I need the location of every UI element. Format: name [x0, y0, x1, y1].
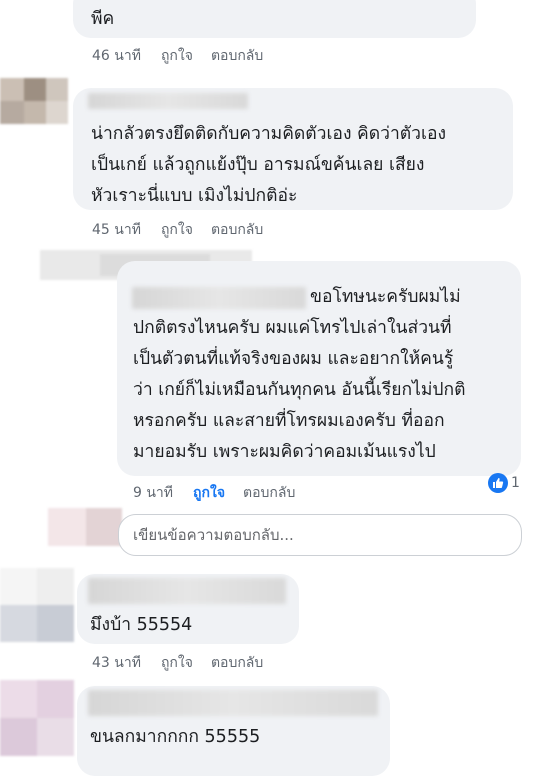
- comment-2-timestamp[interactable]: 45 นาที: [92, 219, 141, 241]
- comment-3-line-5: หรอกครับ และสายที่โทรผมเองครับ ที่ออก: [133, 411, 445, 431]
- comment-1-actions: 46 นาที ถูกใจ ตอบกลับ: [92, 45, 281, 67]
- comment-2-line-2: เป็นเกย์ แล้วถูกแย้งปุ๊บ อารมณ์ขค้นเลย เ…: [91, 155, 425, 175]
- reaction-count[interactable]: 1: [488, 473, 520, 493]
- comment-1-timestamp[interactable]: 46 นาที: [92, 45, 141, 67]
- comment-4-actions: 43 นาที ถูกใจ ตอบกลับ: [92, 652, 281, 674]
- comment-2-line-1: น่ากลัวตรงยึดติดกับความคิดตัวเอง คิดว่าต…: [91, 124, 447, 144]
- avatar[interactable]: [0, 78, 68, 124]
- comment-2-line-3: หัวเราะนี่แบบ เมิงไม่ปกติอ่ะ: [91, 186, 298, 206]
- comment-4-text: มึงบ้า 55554: [90, 615, 193, 635]
- comment-2-actions: 45 นาที ถูกใจ ตอบกลับ: [92, 219, 281, 241]
- comment-2-like-link[interactable]: ถูกใจ: [161, 219, 193, 241]
- avatar[interactable]: [0, 568, 74, 642]
- comment-3-timestamp[interactable]: 9 นาที: [133, 482, 173, 504]
- reply-input[interactable]: เขียนข้อความตอบกลับ...: [118, 514, 522, 556]
- commenter-name[interactable]: [88, 690, 378, 716]
- comment-3-line-2: ปกติตรงไหนครับ ผมแค่โทรไปเล่าในส่วนที่: [133, 318, 452, 338]
- comment-4-timestamp[interactable]: 43 นาที: [92, 652, 141, 674]
- comment-1-like-link[interactable]: ถูกใจ: [161, 45, 193, 67]
- comment-3-line-4: ว่า เกย์ก็ไม่เหมือนกันทุกคน อันนี้เรียกไ…: [133, 380, 466, 400]
- commenter-name[interactable]: [88, 93, 248, 109]
- avatar[interactable]: [0, 680, 74, 756]
- avatar[interactable]: [48, 508, 122, 546]
- reaction-count-number: 1: [511, 475, 520, 491]
- comment-1-reply-link[interactable]: ตอบกลับ: [211, 45, 263, 67]
- comment-bubble-1: [73, 0, 476, 38]
- comment-2-reply-link[interactable]: ตอบกลับ: [211, 219, 263, 241]
- comment-5-text: ขนลกมากกกก 55555: [90, 727, 261, 747]
- comment-4-like-link[interactable]: ถูกใจ: [161, 652, 193, 674]
- commenter-name[interactable]: [88, 578, 286, 604]
- commenter-name[interactable]: [132, 287, 306, 309]
- comment-1-text: พีค: [91, 9, 115, 29]
- comment-3-line-3: เป็นตัวตนที่แท้จริงของผม และอยากให้คนรู้: [133, 349, 454, 369]
- comment-3-line-6: มายอมรับ เพราะผมคิดว่าคอมเม้นแรงไป: [133, 442, 436, 462]
- comment-3-actions: 9 นาที ถูกใจ ตอบกลับ: [133, 482, 313, 504]
- comment-3-reply-link[interactable]: ตอบกลับ: [243, 482, 295, 504]
- like-icon: [488, 473, 508, 493]
- comment-3-line-1: ขอโทษนะครับผมไม่: [310, 287, 461, 307]
- comment-4-reply-link[interactable]: ตอบกลับ: [211, 652, 263, 674]
- comment-3-like-link[interactable]: ถูกใจ: [193, 482, 225, 504]
- reply-input-placeholder: เขียนข้อความตอบกลับ...: [133, 526, 294, 544]
